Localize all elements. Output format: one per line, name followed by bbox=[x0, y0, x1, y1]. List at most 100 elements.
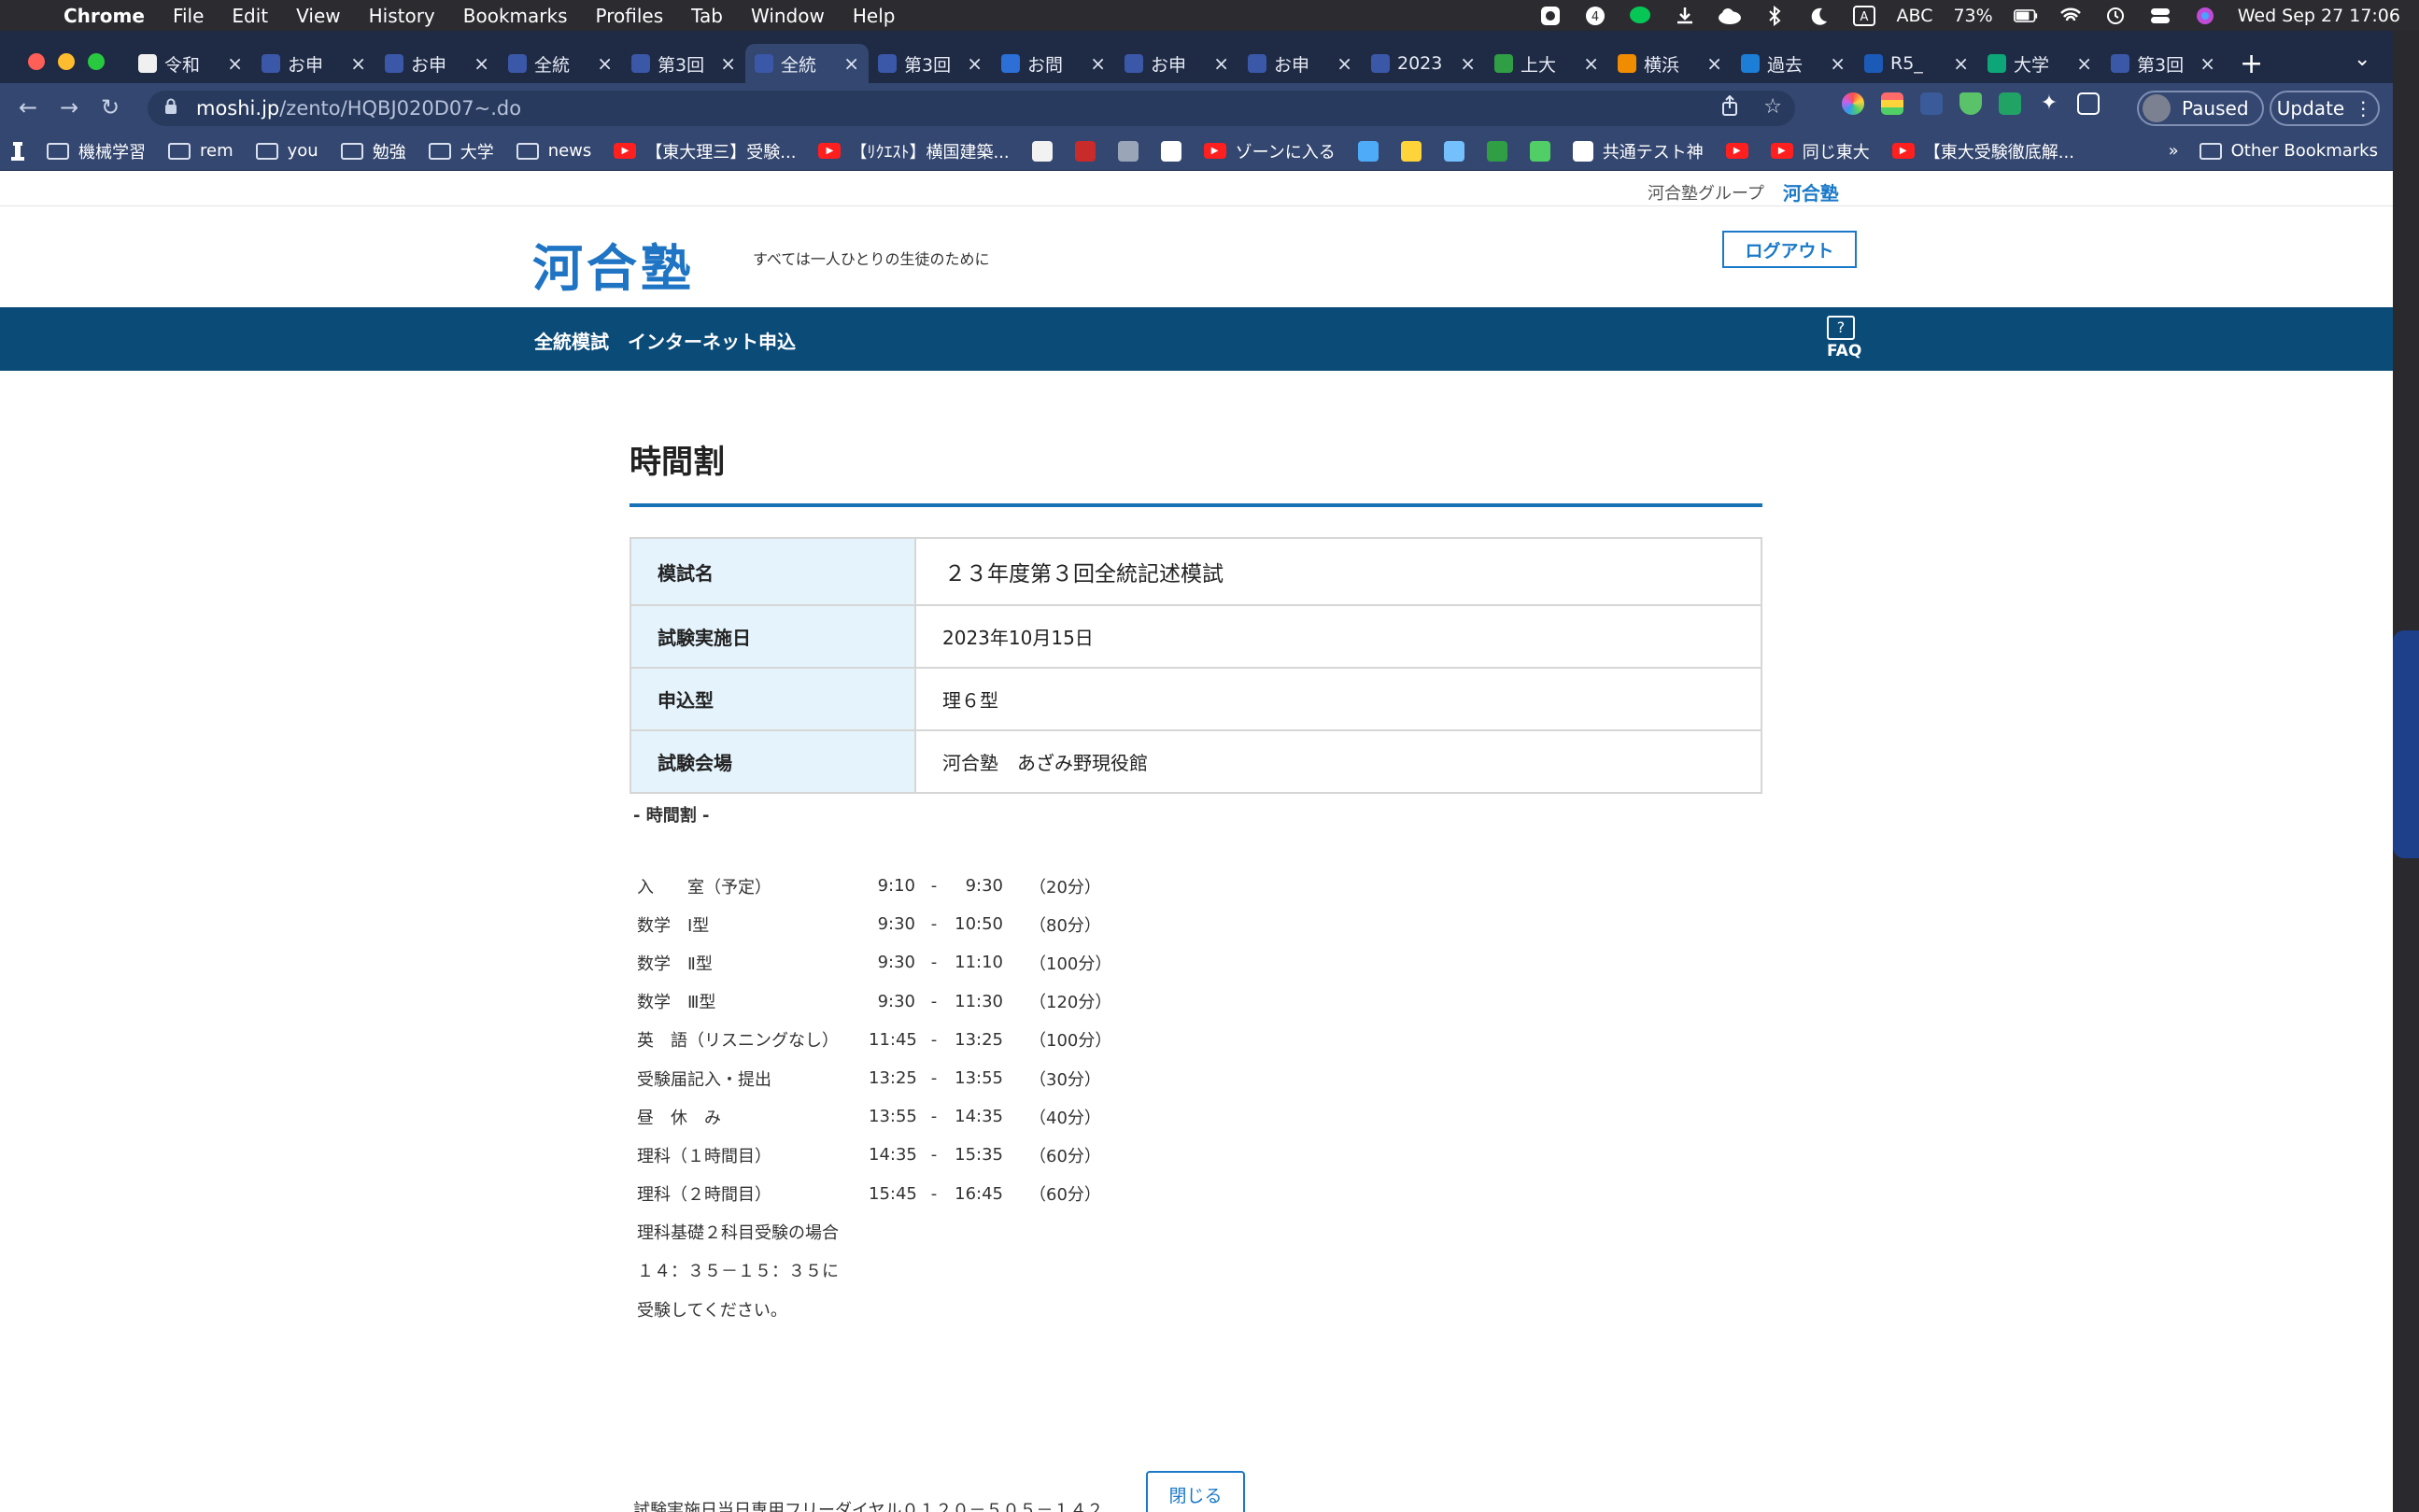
bookmark-folder[interactable]: news bbox=[505, 141, 603, 161]
bookmark-item[interactable]: ▶ 【東大理三】受験... bbox=[602, 139, 807, 163]
tab-close-icon[interactable]: × bbox=[350, 52, 366, 75]
input-source-icon[interactable]: A bbox=[1852, 5, 1876, 26]
extensions-puzzle-icon[interactable]: ✦ bbox=[2038, 92, 2060, 115]
menu-help[interactable]: Help bbox=[839, 5, 910, 27]
bookmark-item[interactable] bbox=[1064, 140, 1107, 162]
bookmark-item[interactable]: ▶ 【東大受験徹底解... bbox=[1881, 139, 2086, 163]
browser-tab[interactable]: お申 × bbox=[252, 44, 375, 83]
bookmark-item[interactable]: ▶ 【ﾘｸｴｽﾄ】横国建築... bbox=[807, 139, 1020, 163]
tab-close-icon[interactable]: × bbox=[1460, 52, 1476, 75]
wifi-icon[interactable] bbox=[2058, 6, 2083, 26]
lock-icon[interactable] bbox=[164, 98, 177, 120]
side-panel-handle[interactable] bbox=[2393, 630, 2419, 858]
bookmark-folder[interactable]: 機械学習 bbox=[35, 139, 157, 163]
tab-close-icon[interactable]: × bbox=[227, 52, 243, 75]
menu-profiles[interactable]: Profiles bbox=[582, 5, 678, 27]
faq-link[interactable]: ? FAQ bbox=[1827, 316, 1861, 360]
share-icon[interactable] bbox=[1720, 94, 1739, 121]
bookmark-item[interactable]: ▶ bbox=[1715, 143, 1760, 159]
bookmark-item[interactable] bbox=[1433, 140, 1476, 162]
clock[interactable]: Wed Sep 27 17:06 bbox=[2238, 6, 2400, 26]
tab-search-chevron-icon[interactable]: ⌄ bbox=[2354, 48, 2370, 71]
bookmark-star-icon[interactable]: ☆ bbox=[1763, 95, 1782, 121]
bookmark-item[interactable]: ▶ ゾーンに入る bbox=[1193, 139, 1347, 163]
menu-history[interactable]: History bbox=[355, 5, 449, 27]
screenshot-icon[interactable] bbox=[1538, 6, 1563, 26]
logout-button[interactable]: ログアウト bbox=[1722, 231, 1857, 268]
tab-close-icon[interactable]: × bbox=[597, 52, 613, 75]
menu-tab[interactable]: Tab bbox=[677, 5, 737, 27]
extension-stack-icon[interactable] bbox=[1881, 92, 1903, 115]
browser-tab[interactable]: お問 × bbox=[992, 44, 1115, 83]
moon-icon[interactable] bbox=[1807, 6, 1832, 26]
group-brand-logo[interactable]: 河合塾 bbox=[1783, 178, 1839, 205]
extension-excel-icon[interactable] bbox=[1999, 92, 2021, 115]
tab-close-icon[interactable]: × bbox=[967, 52, 983, 75]
side-panel-icon[interactable] bbox=[2077, 92, 2100, 115]
time-machine-icon[interactable] bbox=[2103, 6, 2128, 26]
tab-close-icon[interactable]: × bbox=[1830, 52, 1846, 75]
tab-close-icon[interactable]: × bbox=[2200, 52, 2215, 75]
update-button[interactable]: Update ⋮ bbox=[2270, 91, 2380, 126]
browser-tab[interactable]: 2023 × bbox=[1362, 44, 1485, 83]
extension-grid-icon[interactable] bbox=[1920, 92, 1943, 115]
tab-close-icon[interactable]: × bbox=[474, 52, 489, 75]
menu-app-name[interactable]: Chrome bbox=[56, 5, 159, 27]
bookmark-item[interactable] bbox=[1519, 140, 1562, 162]
bookmark-item[interactable] bbox=[1150, 140, 1193, 162]
browser-tab[interactable]: 過去 × bbox=[1732, 44, 1855, 83]
bookmark-folder[interactable]: 勉強 bbox=[330, 139, 417, 163]
minimize-window-button[interactable] bbox=[58, 53, 75, 70]
battery-icon[interactable] bbox=[2013, 6, 2038, 26]
bookmark-app-icon[interactable] bbox=[0, 141, 35, 161]
other-bookmarks[interactable]: Other Bookmarks bbox=[2190, 141, 2378, 161]
browser-tab[interactable]: 全統 × bbox=[745, 44, 869, 83]
bookmark-item[interactable] bbox=[1476, 140, 1519, 162]
siri-icon[interactable] bbox=[2193, 6, 2217, 26]
browser-tab[interactable]: 横浜 × bbox=[1608, 44, 1732, 83]
address-bar[interactable]: moshi.jp/zento/HQBJ020D07~.do ☆ bbox=[148, 91, 1795, 126]
menu-window[interactable]: Window bbox=[737, 5, 839, 27]
reload-button[interactable]: ↻ bbox=[90, 94, 131, 120]
menu-edit[interactable]: Edit bbox=[218, 5, 282, 27]
zoom-window-button[interactable] bbox=[88, 53, 105, 70]
tab-close-icon[interactable]: × bbox=[1213, 52, 1229, 75]
bookmark-item[interactable] bbox=[1390, 140, 1433, 162]
bookmark-folder[interactable]: 大学 bbox=[417, 139, 505, 163]
bookmark-item[interactable]: 共通テスト神 bbox=[1562, 139, 1715, 163]
more-menu-icon[interactable]: ⋮ bbox=[2354, 97, 2372, 120]
browser-tab[interactable]: お申 × bbox=[1115, 44, 1238, 83]
bookmark-item[interactable] bbox=[1347, 140, 1390, 162]
menu-bookmarks[interactable]: Bookmarks bbox=[449, 5, 582, 27]
browser-tab[interactable]: お申 × bbox=[1238, 44, 1362, 83]
tab-close-icon[interactable]: × bbox=[1583, 52, 1599, 75]
site-logo[interactable]: 河合塾 bbox=[532, 227, 695, 301]
profile-button[interactable]: Paused bbox=[2137, 91, 2264, 126]
tab-close-icon[interactable]: × bbox=[1706, 52, 1722, 75]
tab-close-icon[interactable]: × bbox=[1337, 52, 1352, 75]
download-icon[interactable] bbox=[1673, 6, 1697, 26]
tab-close-icon[interactable]: × bbox=[1953, 52, 1969, 75]
browser-tab[interactable]: 令和 × bbox=[129, 44, 252, 83]
browser-tab[interactable]: 上大 × bbox=[1485, 44, 1608, 83]
bookmark-item[interactable] bbox=[1021, 140, 1064, 162]
new-tab-button[interactable]: + bbox=[2240, 48, 2263, 80]
bluetooth-icon[interactable] bbox=[1762, 5, 1787, 26]
close-window-button[interactable] bbox=[28, 53, 45, 70]
extension-shield-icon[interactable] bbox=[1959, 92, 1982, 115]
forward-button[interactable]: → bbox=[49, 94, 90, 120]
tab-close-icon[interactable]: × bbox=[720, 52, 736, 75]
browser-tab[interactable]: 第3回 × bbox=[2101, 44, 2225, 83]
close-button[interactable]: 閉じる bbox=[1146, 1471, 1245, 1512]
bookmarks-overflow[interactable]: » bbox=[2169, 141, 2179, 161]
browser-tab[interactable]: お申 × bbox=[375, 44, 499, 83]
menu-view[interactable]: View bbox=[282, 5, 354, 27]
tab-close-icon[interactable]: × bbox=[2076, 52, 2092, 75]
browser-tab[interactable]: 第3回 × bbox=[869, 44, 992, 83]
browser-tab[interactable]: 第3回 × bbox=[622, 44, 745, 83]
bookmark-folder[interactable]: you bbox=[245, 141, 330, 161]
bookmark-item[interactable] bbox=[1107, 140, 1150, 162]
browser-tab[interactable]: 全統 × bbox=[499, 44, 622, 83]
line-app-icon[interactable] bbox=[1628, 6, 1652, 26]
back-button[interactable]: ← bbox=[7, 94, 49, 120]
